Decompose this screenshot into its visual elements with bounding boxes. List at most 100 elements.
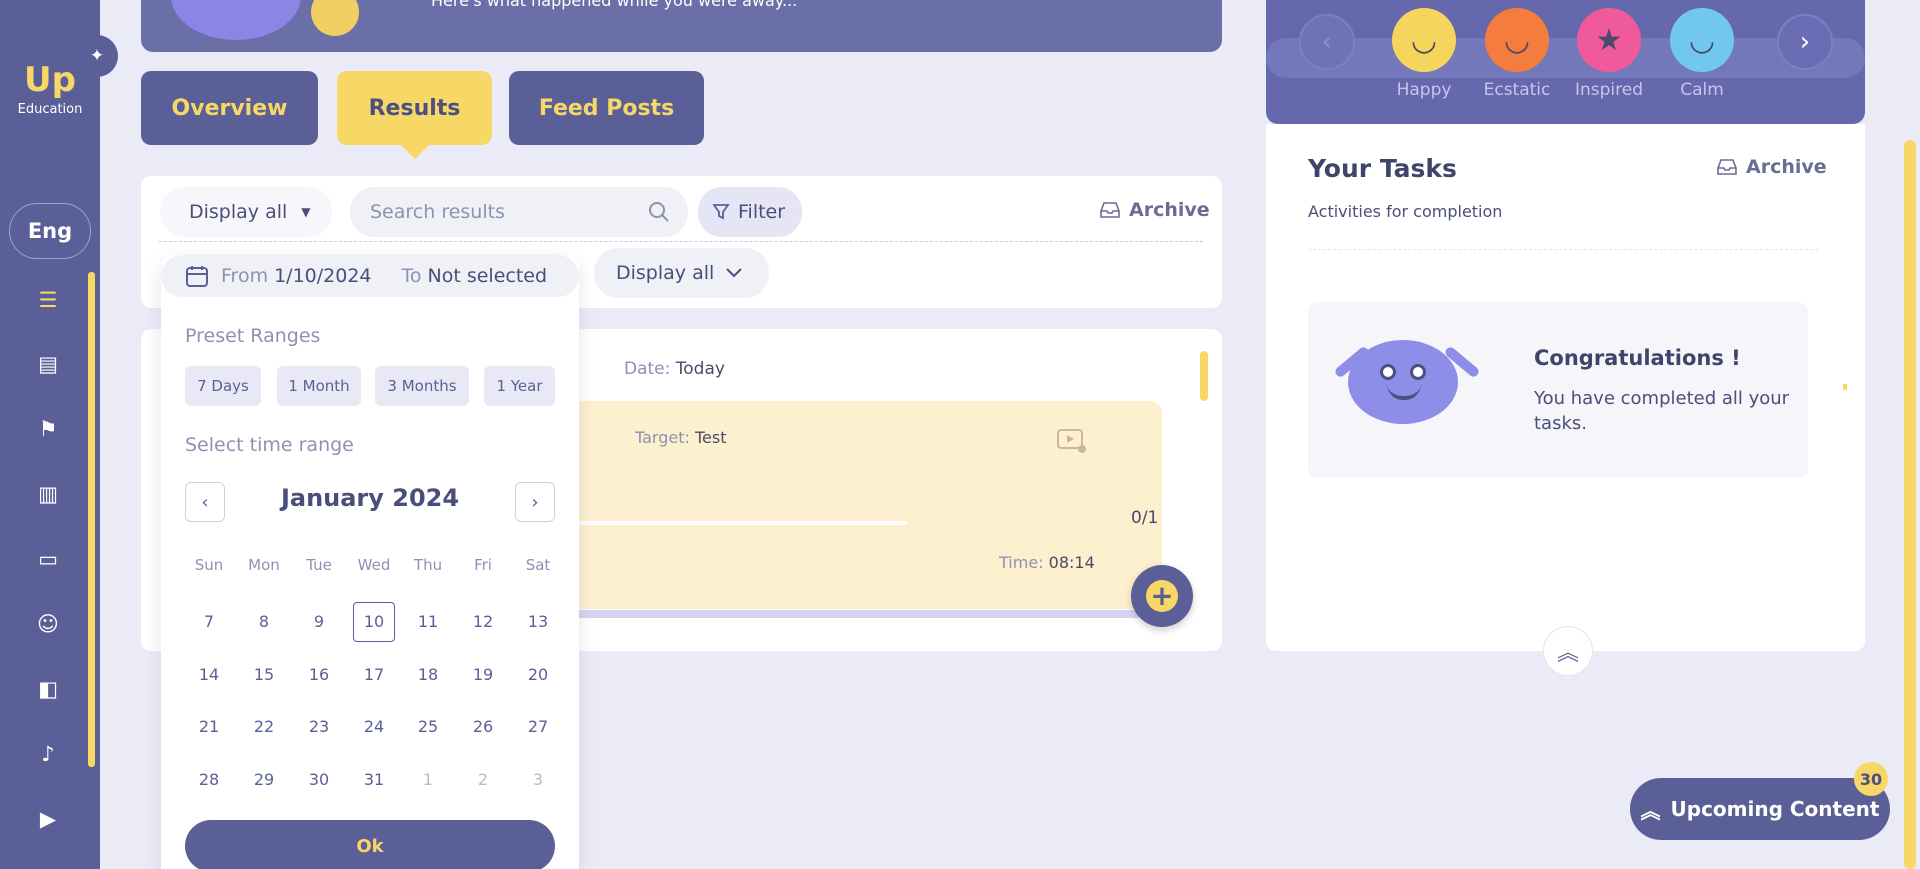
preset-1-month[interactable]: 1 Month [277,366,361,406]
calendar-day[interactable]: 31 [350,760,398,800]
mood-next-button[interactable]: › [1777,14,1833,70]
calendar-day-selected[interactable]: 10 [353,602,395,642]
calendar-day[interactable]: 9 [295,602,343,642]
calendar-day-next-month[interactable]: 3 [514,760,562,800]
calendar-day[interactable]: 12 [459,602,507,642]
date-range-field[interactable]: From 1/10/2024 To Not selected [161,255,579,297]
horizontal-scrollbar[interactable] [541,610,1141,618]
calendar-day[interactable]: 20 [514,655,562,695]
prev-month-button[interactable]: ‹ [185,482,225,522]
calendar-day[interactable]: 11 [404,602,452,642]
results-scrollbar[interactable] [1200,351,1208,401]
preset-3-months[interactable]: 3 Months [375,366,469,406]
course-icon[interactable]: ⚑ [30,411,66,447]
calendar-day[interactable]: 18 [404,655,452,695]
funnel-icon [712,204,730,220]
search-input[interactable]: Search results [350,187,688,237]
preset-7-days[interactable]: 7 Days [185,366,261,406]
target-value: Test [694,428,727,447]
calendar-day[interactable]: 15 [240,655,288,695]
mood-prev-button[interactable]: ‹ [1299,14,1355,70]
calendar-day[interactable]: 30 [295,760,343,800]
tasks-subtitle: Activities for completion [1308,202,1503,221]
double-chevron-up-icon: ︽ [1640,798,1661,823]
mood-ecstatic[interactable]: ◡ Ecstatic [1477,8,1557,100]
filter-label: Filter [738,201,786,223]
calendar-day[interactable]: 25 [404,707,452,747]
calendar-day-next-month[interactable]: 2 [459,760,507,800]
calendar-day[interactable]: 23 [295,707,343,747]
news-icon[interactable]: ▤ [30,346,66,382]
calendar-day[interactable]: 28 [185,760,233,800]
to-label: To [401,265,422,287]
result-target: Target: Test [635,428,727,447]
tasks-panel: Your Tasks Archive Activities for comple… [1266,124,1865,651]
date-label: Date: [624,359,671,379]
filter-button[interactable]: Filter [698,187,802,237]
tab-feed-posts[interactable]: Feed Posts [509,71,704,145]
calendar-day[interactable]: 27 [514,707,562,747]
calendar-day[interactable]: 7 [185,602,233,642]
display-dropdown-secondary[interactable]: Display all [594,248,769,298]
display-dropdown[interactable]: Display all ▼ [160,187,332,237]
page-scrollbar[interactable] [1904,140,1916,869]
tasks-divider [1308,249,1818,250]
stats-icon[interactable]: ▥ [30,476,66,512]
mood-label: Happy [1396,80,1452,100]
weekday-fri: Fri [474,556,492,574]
tasks-scrollbar[interactable] [1843,384,1847,390]
bell-icon[interactable]: ♪ [30,736,66,772]
archive-button[interactable]: Archive [1099,199,1210,221]
inbox-icon [1100,202,1120,218]
upcoming-count-badge: 30 [1854,762,1888,796]
calendar-day[interactable]: 22 [240,707,288,747]
preset-1-year[interactable]: 1 Year [484,366,555,406]
ok-button[interactable]: Ok [185,820,555,869]
monster-eye [1380,364,1396,380]
calendar-day[interactable]: 19 [459,655,507,695]
month-label: January 2024 [280,484,460,512]
mood-happy[interactable]: ◡ Happy [1384,8,1464,100]
upcoming-content-button[interactable]: ︽ Upcoming Content [1630,778,1890,840]
weekday-sun: Sun [194,556,224,574]
sidebar-scrollbar[interactable] [88,272,95,767]
search-icon[interactable] [648,201,670,223]
calendar-day[interactable]: 17 [350,655,398,695]
calendar-icon [186,266,208,287]
time-value: 08:14 [1048,553,1095,572]
calendar-day[interactable]: 21 [185,707,233,747]
tab-overview[interactable]: Overview [141,71,318,145]
sidebar: Up Education Eng ☰ ▤ ⚑ ▥ ▭ ☺ ◧ ♪ ▶ [0,0,100,869]
mood-label: Calm [1680,80,1724,100]
tasks-title: Your Tasks [1308,154,1457,183]
calendar-day[interactable]: 26 [459,707,507,747]
tab-results[interactable]: Results [337,71,492,159]
tasks-archive-button[interactable]: Archive [1716,156,1827,178]
chat-icon[interactable]: ▭ [30,541,66,577]
people-icon[interactable]: ☺ [30,606,66,642]
calendar-day[interactable]: 8 [240,602,288,642]
mood-calm[interactable]: ◡ Calm [1662,8,1742,100]
mood-label: Inspired [1574,80,1644,100]
calendar-day[interactable]: 24 [350,707,398,747]
next-month-button[interactable]: › [515,482,555,522]
calendar-day-next-month[interactable]: 1 [404,760,452,800]
language-selector[interactable]: Eng [9,203,91,259]
calendar-day[interactable]: 29 [240,760,288,800]
calendar-day[interactable]: 14 [185,655,233,695]
menu-icon[interactable]: ☰ [30,282,66,318]
inbox-icon [1717,159,1737,175]
video-icon[interactable]: ▶ [30,801,66,837]
add-button[interactable]: + [1131,565,1193,627]
weekday-wed: Wed [357,556,391,574]
pin-icon[interactable]: ✦ [76,35,118,77]
calendar-day[interactable]: 13 [514,602,562,642]
video-settings-icon[interactable] [1057,429,1087,455]
caret-down-icon: ▼ [301,205,311,219]
mood-inspired[interactable]: ★ Inspired [1569,8,1649,100]
result-time: Time: 08:14 [999,553,1095,572]
collapse-up-icon[interactable]: ︽ [1543,626,1593,676]
calendar-day[interactable]: 16 [295,655,343,695]
panel-icon[interactable]: ◧ [30,671,66,707]
mood-track [1266,38,1865,78]
